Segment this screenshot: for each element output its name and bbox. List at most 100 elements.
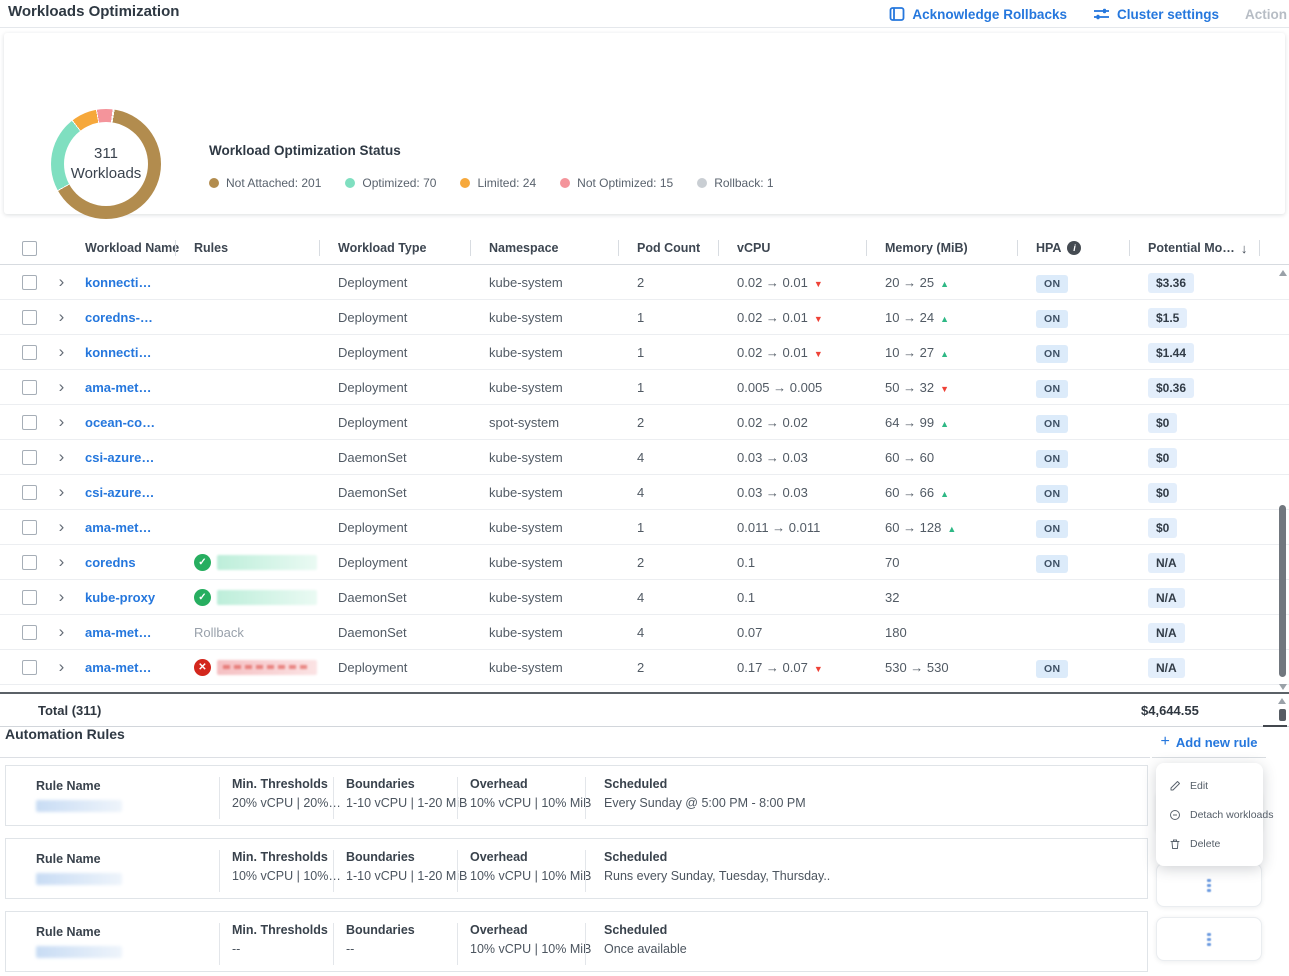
menu-item-edit[interactable]: Edit (1156, 771, 1263, 800)
expand-chevron-icon[interactable]: › (59, 448, 65, 467)
workload-name-link[interactable]: ama-met… (85, 660, 194, 675)
scroll-up-icon[interactable] (1279, 270, 1287, 276)
row-checkbox[interactable] (22, 625, 37, 640)
scroll-down-icon[interactable] (1279, 684, 1287, 690)
column-header-potential[interactable]: Potential Mo…↓ (1148, 241, 1278, 256)
menu-item-delete[interactable]: Delete (1156, 829, 1263, 858)
workload-name-link[interactable]: ama-met… (85, 625, 194, 640)
row-checkbox[interactable] (22, 415, 37, 430)
column-header-vcpu[interactable]: vCPU (737, 241, 885, 255)
menu-item-detach-workloads[interactable]: Detach workloads (1156, 800, 1263, 829)
memory-cell: 20 → 25 (885, 275, 1036, 290)
hpa-info-icon[interactable]: i (1067, 241, 1081, 255)
pod-count: 4 (637, 485, 737, 500)
pod-count: 2 (637, 415, 737, 430)
workload-name-link[interactable]: csi-azure… (85, 485, 194, 500)
memory-cell: 60 → 60 (885, 450, 1036, 465)
column-header-pod-count[interactable]: Pod Count (637, 241, 737, 255)
memory-trend-icon (934, 310, 949, 325)
optimized-dot-icon (345, 178, 355, 188)
select-all-checkbox[interactable] (22, 241, 37, 256)
expand-chevron-icon[interactable]: › (59, 518, 65, 537)
table-row: › konnecti… Deployment kube-system 2 0.0… (0, 265, 1289, 300)
vcpu-cell: 0.1 (737, 590, 885, 605)
detach-minus-circle-icon (1169, 809, 1181, 821)
namespace: kube-system (489, 590, 637, 605)
row-checkbox[interactable] (22, 555, 37, 570)
top-header: Workloads Optimization Acknowledge Rollb… (0, 0, 1289, 28)
potential-savings-badge: N/A (1148, 658, 1185, 678)
row-checkbox[interactable] (22, 275, 37, 290)
pod-count: 1 (637, 345, 737, 360)
row-checkbox[interactable] (22, 380, 37, 395)
expand-chevron-icon[interactable]: › (59, 378, 65, 397)
kebab-menu-icon[interactable] (1207, 879, 1211, 892)
column-header-namespace[interactable]: Namespace (489, 241, 637, 255)
workload-name-link[interactable]: ocean-co… (85, 415, 194, 430)
workload-name-link[interactable]: ama-met… (85, 520, 194, 535)
workload-name-link[interactable]: coredns (85, 555, 194, 570)
namespace: kube-system (489, 380, 637, 395)
memory-trend-icon (934, 415, 949, 430)
expand-chevron-icon[interactable]: › (59, 273, 65, 292)
scheduled-value: Once available (604, 942, 1147, 956)
workload-name-link[interactable]: konnecti… (85, 275, 194, 290)
overhead-value: 10% vCPU | 10% MiB (470, 796, 585, 810)
rules-scrollbar-thumb[interactable] (1279, 709, 1286, 721)
donut-center-label: 311 Workloads (64, 122, 148, 206)
rule-name-redacted-value (36, 873, 122, 885)
rules-scroll-up-icon[interactable] (1278, 698, 1286, 704)
vcpu-cell: 0.011 → 0.011 (737, 520, 885, 535)
actions-button[interactable]: Action (1245, 7, 1287, 22)
vcpu-trend-icon (808, 660, 823, 675)
column-header-hpa[interactable]: HPAi (1036, 241, 1148, 255)
row-checkbox[interactable] (22, 590, 37, 605)
cluster-settings-button[interactable]: Cluster settings (1093, 6, 1219, 22)
memory-cell: 50 → 32 (885, 380, 1036, 395)
column-header-workload-type[interactable]: Workload Type (338, 241, 489, 255)
potential-savings-badge: $0 (1148, 483, 1177, 503)
column-header-workload-name[interactable]: Workload Name (85, 241, 194, 255)
row-checkbox[interactable] (22, 345, 37, 360)
vcpu-cell: 0.02 → 0.01 (737, 310, 885, 325)
expand-chevron-icon[interactable]: › (59, 623, 65, 642)
expand-chevron-icon[interactable]: › (59, 588, 65, 607)
workloads-table: Workload Name Rules Workload Type Namesp… (0, 232, 1289, 685)
workload-name-link[interactable]: ama-met… (85, 380, 194, 395)
workload-name-link[interactable]: coredns-… (85, 310, 194, 325)
row-checkbox[interactable] (22, 520, 37, 535)
column-header-rules[interactable]: Rules (194, 241, 338, 255)
workloads-donut-chart: 311 Workloads (51, 109, 161, 219)
potential-savings-badge: N/A (1148, 553, 1185, 573)
potential-savings-badge: $1.5 (1148, 308, 1187, 328)
row-checkbox[interactable] (22, 450, 37, 465)
expand-chevron-icon[interactable]: › (59, 483, 65, 502)
workload-name-link[interactable]: kube-proxy (85, 590, 194, 605)
column-header-memory[interactable]: Memory (MiB) (885, 241, 1036, 255)
add-new-rule-button[interactable]: + Add new rule (1161, 733, 1258, 751)
expand-chevron-icon[interactable]: › (59, 413, 65, 432)
expand-chevron-icon[interactable]: › (59, 658, 65, 677)
workload-name-link[interactable]: csi-azure… (85, 450, 194, 465)
rule-name-redacted-value (36, 946, 122, 958)
legend-item-not-optimized: Not Optimized: 15 (560, 176, 673, 190)
scrollbar-thumb[interactable] (1279, 505, 1286, 677)
kebab-menu-icon[interactable] (1207, 933, 1211, 946)
vcpu-trend-icon (808, 275, 823, 290)
workload-name-link[interactable]: konnecti… (85, 345, 194, 360)
row-checkbox[interactable] (22, 485, 37, 500)
row-checkbox[interactable] (22, 660, 37, 675)
table-scrollbar[interactable] (1278, 270, 1288, 690)
boundaries-value: 1-10 vCPU | 1-20 MiB (346, 796, 457, 810)
acknowledge-rollbacks-button[interactable]: Acknowledge Rollbacks (889, 6, 1067, 22)
namespace: kube-system (489, 555, 637, 570)
header-actions: Acknowledge Rollbacks Cluster settings A… (889, 0, 1289, 28)
workload-type: DaemonSet (338, 625, 489, 640)
sort-desc-icon[interactable]: ↓ (1241, 241, 1248, 256)
expand-chevron-icon[interactable]: › (59, 308, 65, 327)
expand-chevron-icon[interactable]: › (59, 343, 65, 362)
not-attached-dot-icon (209, 178, 219, 188)
expand-chevron-icon[interactable]: › (59, 553, 65, 572)
row-checkbox[interactable] (22, 310, 37, 325)
rollback-dot-icon (697, 178, 707, 188)
